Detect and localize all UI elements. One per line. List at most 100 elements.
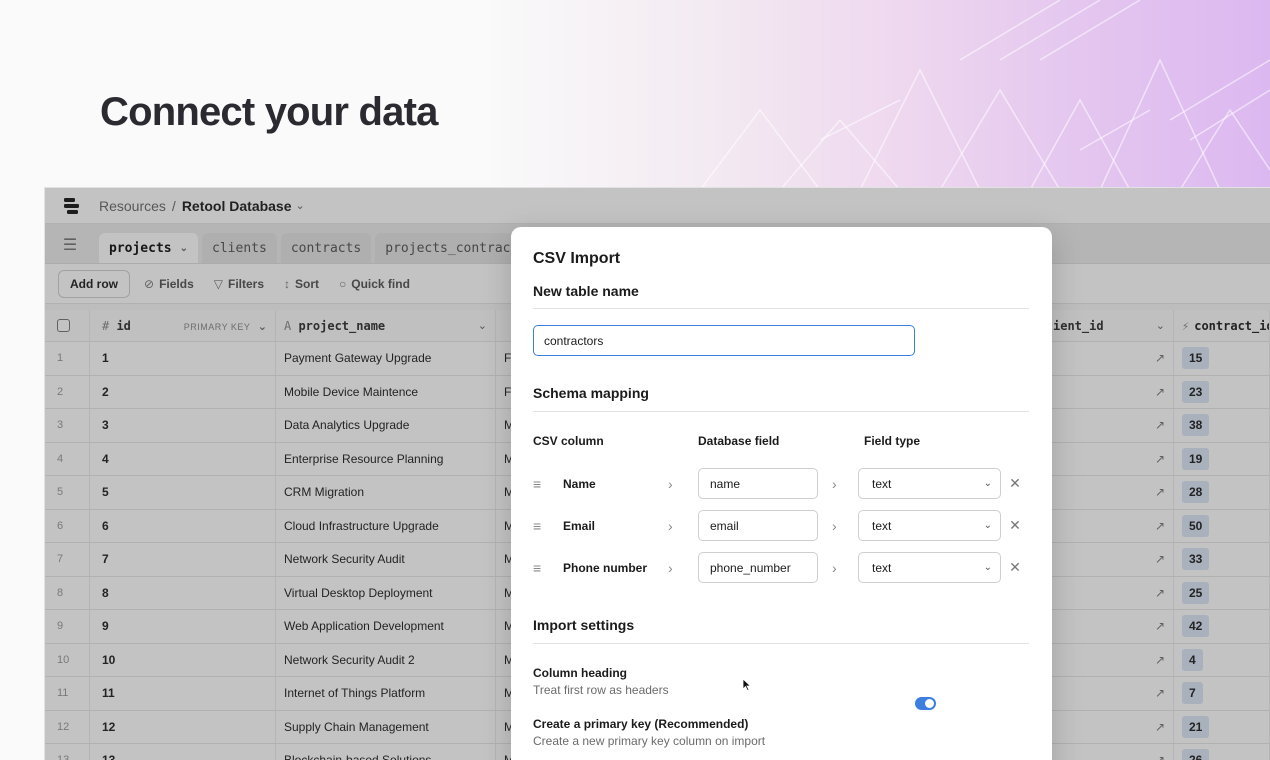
cell-id[interactable]: 3 — [90, 409, 276, 442]
column-header-project-name[interactable]: A project_name ⌄ — [276, 310, 496, 341]
database-field-input[interactable]: name — [698, 468, 818, 499]
cell-project-name[interactable]: Blockchain-based Solutions — [276, 744, 496, 760]
cell-client-id[interactable]: ↗ — [1045, 576, 1174, 609]
tab-clients[interactable]: clients — [202, 233, 277, 263]
external-link-icon[interactable]: ↗ — [1155, 720, 1165, 734]
external-link-icon[interactable]: ↗ — [1155, 753, 1165, 760]
breadcrumb-resources[interactable]: Resources — [99, 198, 166, 214]
cell-project-name[interactable]: Mobile Device Maintence — [276, 375, 496, 408]
quick-find-button[interactable]: ○ Quick find — [339, 277, 410, 291]
cell-id[interactable]: 7 — [90, 543, 276, 576]
cell-project-name[interactable]: Internet of Things Platform — [276, 677, 496, 710]
column-heading-toggle[interactable] — [915, 697, 936, 710]
external-link-icon[interactable]: ↗ — [1155, 519, 1165, 533]
cell-contract-id[interactable]: 21 — [1174, 710, 1270, 743]
external-link-icon[interactable]: ↗ — [1155, 452, 1165, 466]
chevron-down-icon[interactable]: ⌄ — [478, 319, 487, 332]
sort-button[interactable]: ↕ Sort — [284, 277, 319, 291]
menu-icon[interactable]: ☰ — [55, 227, 85, 263]
cell-client-id[interactable]: ↗ — [1045, 643, 1174, 676]
cell-contract-id[interactable]: 25 — [1174, 576, 1270, 609]
cell-id[interactable]: 6 — [90, 509, 276, 542]
cell-contract-id[interactable]: 15 — [1174, 342, 1270, 375]
table-name-input[interactable]: contractors — [533, 325, 915, 356]
tab-contracts[interactable]: contracts — [280, 233, 372, 263]
cell-contract-id[interactable]: 50 — [1174, 509, 1270, 542]
external-link-icon[interactable]: ↗ — [1155, 619, 1165, 633]
cell-contract-id[interactable]: 33 — [1174, 543, 1270, 576]
cell-client-id[interactable]: ↗ — [1045, 442, 1174, 475]
drag-handle-icon[interactable]: ≡ — [533, 518, 563, 534]
column-header-contract-id[interactable]: ⚡ contract_id — [1174, 310, 1270, 341]
tab-projects[interactable]: projects ⌄ — [99, 233, 199, 263]
external-link-icon[interactable]: ↗ — [1155, 385, 1165, 399]
cell-id[interactable]: 1 — [90, 342, 276, 375]
cell-id[interactable]: 4 — [90, 442, 276, 475]
cell-contract-id[interactable]: 42 — [1174, 610, 1270, 643]
field-type-select[interactable]: text ⌄ — [858, 510, 1001, 541]
cell-contract-id[interactable]: 7 — [1174, 677, 1270, 710]
fields-button[interactable]: ⊘ Fields — [144, 277, 194, 291]
database-field-input[interactable]: phone_number — [698, 552, 818, 583]
cell-project-name[interactable]: Data Analytics Upgrade — [276, 409, 496, 442]
chevron-down-icon[interactable]: ⌄ — [258, 321, 267, 333]
cell-client-id[interactable]: ↗ — [1045, 744, 1174, 760]
cell-contract-id[interactable]: 26 — [1174, 744, 1270, 760]
select-all-checkbox[interactable] — [57, 319, 70, 332]
external-link-icon[interactable]: ↗ — [1155, 351, 1165, 365]
filters-button[interactable]: ▽ Filters — [214, 277, 264, 291]
add-row-button[interactable]: Add row — [58, 269, 130, 298]
close-icon[interactable]: ✕ — [1001, 475, 1029, 492]
cell-project-name[interactable]: Web Application Development — [276, 610, 496, 643]
cell-project-name[interactable]: Network Security Audit 2 — [276, 643, 496, 676]
cell-project-name[interactable]: Enterprise Resource Planning — [276, 442, 496, 475]
chevron-down-icon[interactable]: ⌄ — [296, 199, 305, 212]
cell-client-id[interactable]: ↗ — [1045, 610, 1174, 643]
cell-client-id[interactable]: ↗ — [1045, 342, 1174, 375]
cell-client-id[interactable]: ↗ — [1045, 677, 1174, 710]
cell-project-name[interactable]: Network Security Audit — [276, 543, 496, 576]
cell-id[interactable]: 8 — [90, 576, 276, 609]
external-link-icon[interactable]: ↗ — [1155, 418, 1165, 432]
field-type-select[interactable]: text ⌄ — [858, 468, 1001, 499]
cell-client-id[interactable]: ↗ — [1045, 509, 1174, 542]
cell-id[interactable]: 10 — [90, 643, 276, 676]
cell-contract-id[interactable]: 4 — [1174, 643, 1270, 676]
cell-contract-id[interactable]: 19 — [1174, 442, 1270, 475]
cell-id[interactable]: 5 — [90, 476, 276, 509]
cell-contract-id[interactable]: 38 — [1174, 409, 1270, 442]
cell-id[interactable]: 9 — [90, 610, 276, 643]
database-field-input[interactable]: email — [698, 510, 818, 541]
cell-id[interactable]: 2 — [90, 375, 276, 408]
cell-project-name[interactable]: Payment Gateway Upgrade — [276, 342, 496, 375]
cell-contract-id[interactable]: 28 — [1174, 476, 1270, 509]
cell-id[interactable]: 13 — [90, 744, 276, 760]
tab-projects-contracts[interactable]: projects_contrac — [375, 233, 521, 263]
chevron-down-icon[interactable]: ⌄ — [180, 243, 188, 254]
column-header-client-id[interactable]: ient_id ⌄ — [1045, 310, 1174, 341]
field-type-select[interactable]: text ⌄ — [858, 552, 1001, 583]
cell-project-name[interactable]: CRM Migration — [276, 476, 496, 509]
cell-client-id[interactable]: ↗ — [1045, 710, 1174, 743]
cell-client-id[interactable]: ↗ — [1045, 543, 1174, 576]
breadcrumb-current[interactable]: Retool Database — [182, 198, 292, 214]
close-icon[interactable]: ✕ — [1001, 517, 1029, 534]
cell-project-name[interactable]: Virtual Desktop Deployment — [276, 576, 496, 609]
cell-client-id[interactable]: ↗ — [1045, 409, 1174, 442]
cell-project-name[interactable]: Cloud Infrastructure Upgrade — [276, 509, 496, 542]
cell-id[interactable]: 11 — [90, 677, 276, 710]
cell-contract-id[interactable]: 23 — [1174, 375, 1270, 408]
close-icon[interactable]: ✕ — [1001, 559, 1029, 576]
external-link-icon[interactable]: ↗ — [1155, 586, 1165, 600]
external-link-icon[interactable]: ↗ — [1155, 653, 1165, 667]
column-header-id[interactable]: # id PRIMARY KEY ⌄ — [90, 310, 276, 341]
cell-client-id[interactable]: ↗ — [1045, 375, 1174, 408]
external-link-icon[interactable]: ↗ — [1155, 485, 1165, 499]
cell-project-name[interactable]: Supply Chain Management — [276, 710, 496, 743]
external-link-icon[interactable]: ↗ — [1155, 552, 1165, 566]
external-link-icon[interactable]: ↗ — [1155, 686, 1165, 700]
cell-client-id[interactable]: ↗ — [1045, 476, 1174, 509]
chevron-down-icon[interactable]: ⌄ — [1156, 319, 1165, 332]
cell-id[interactable]: 12 — [90, 710, 276, 743]
drag-handle-icon[interactable]: ≡ — [533, 476, 563, 492]
